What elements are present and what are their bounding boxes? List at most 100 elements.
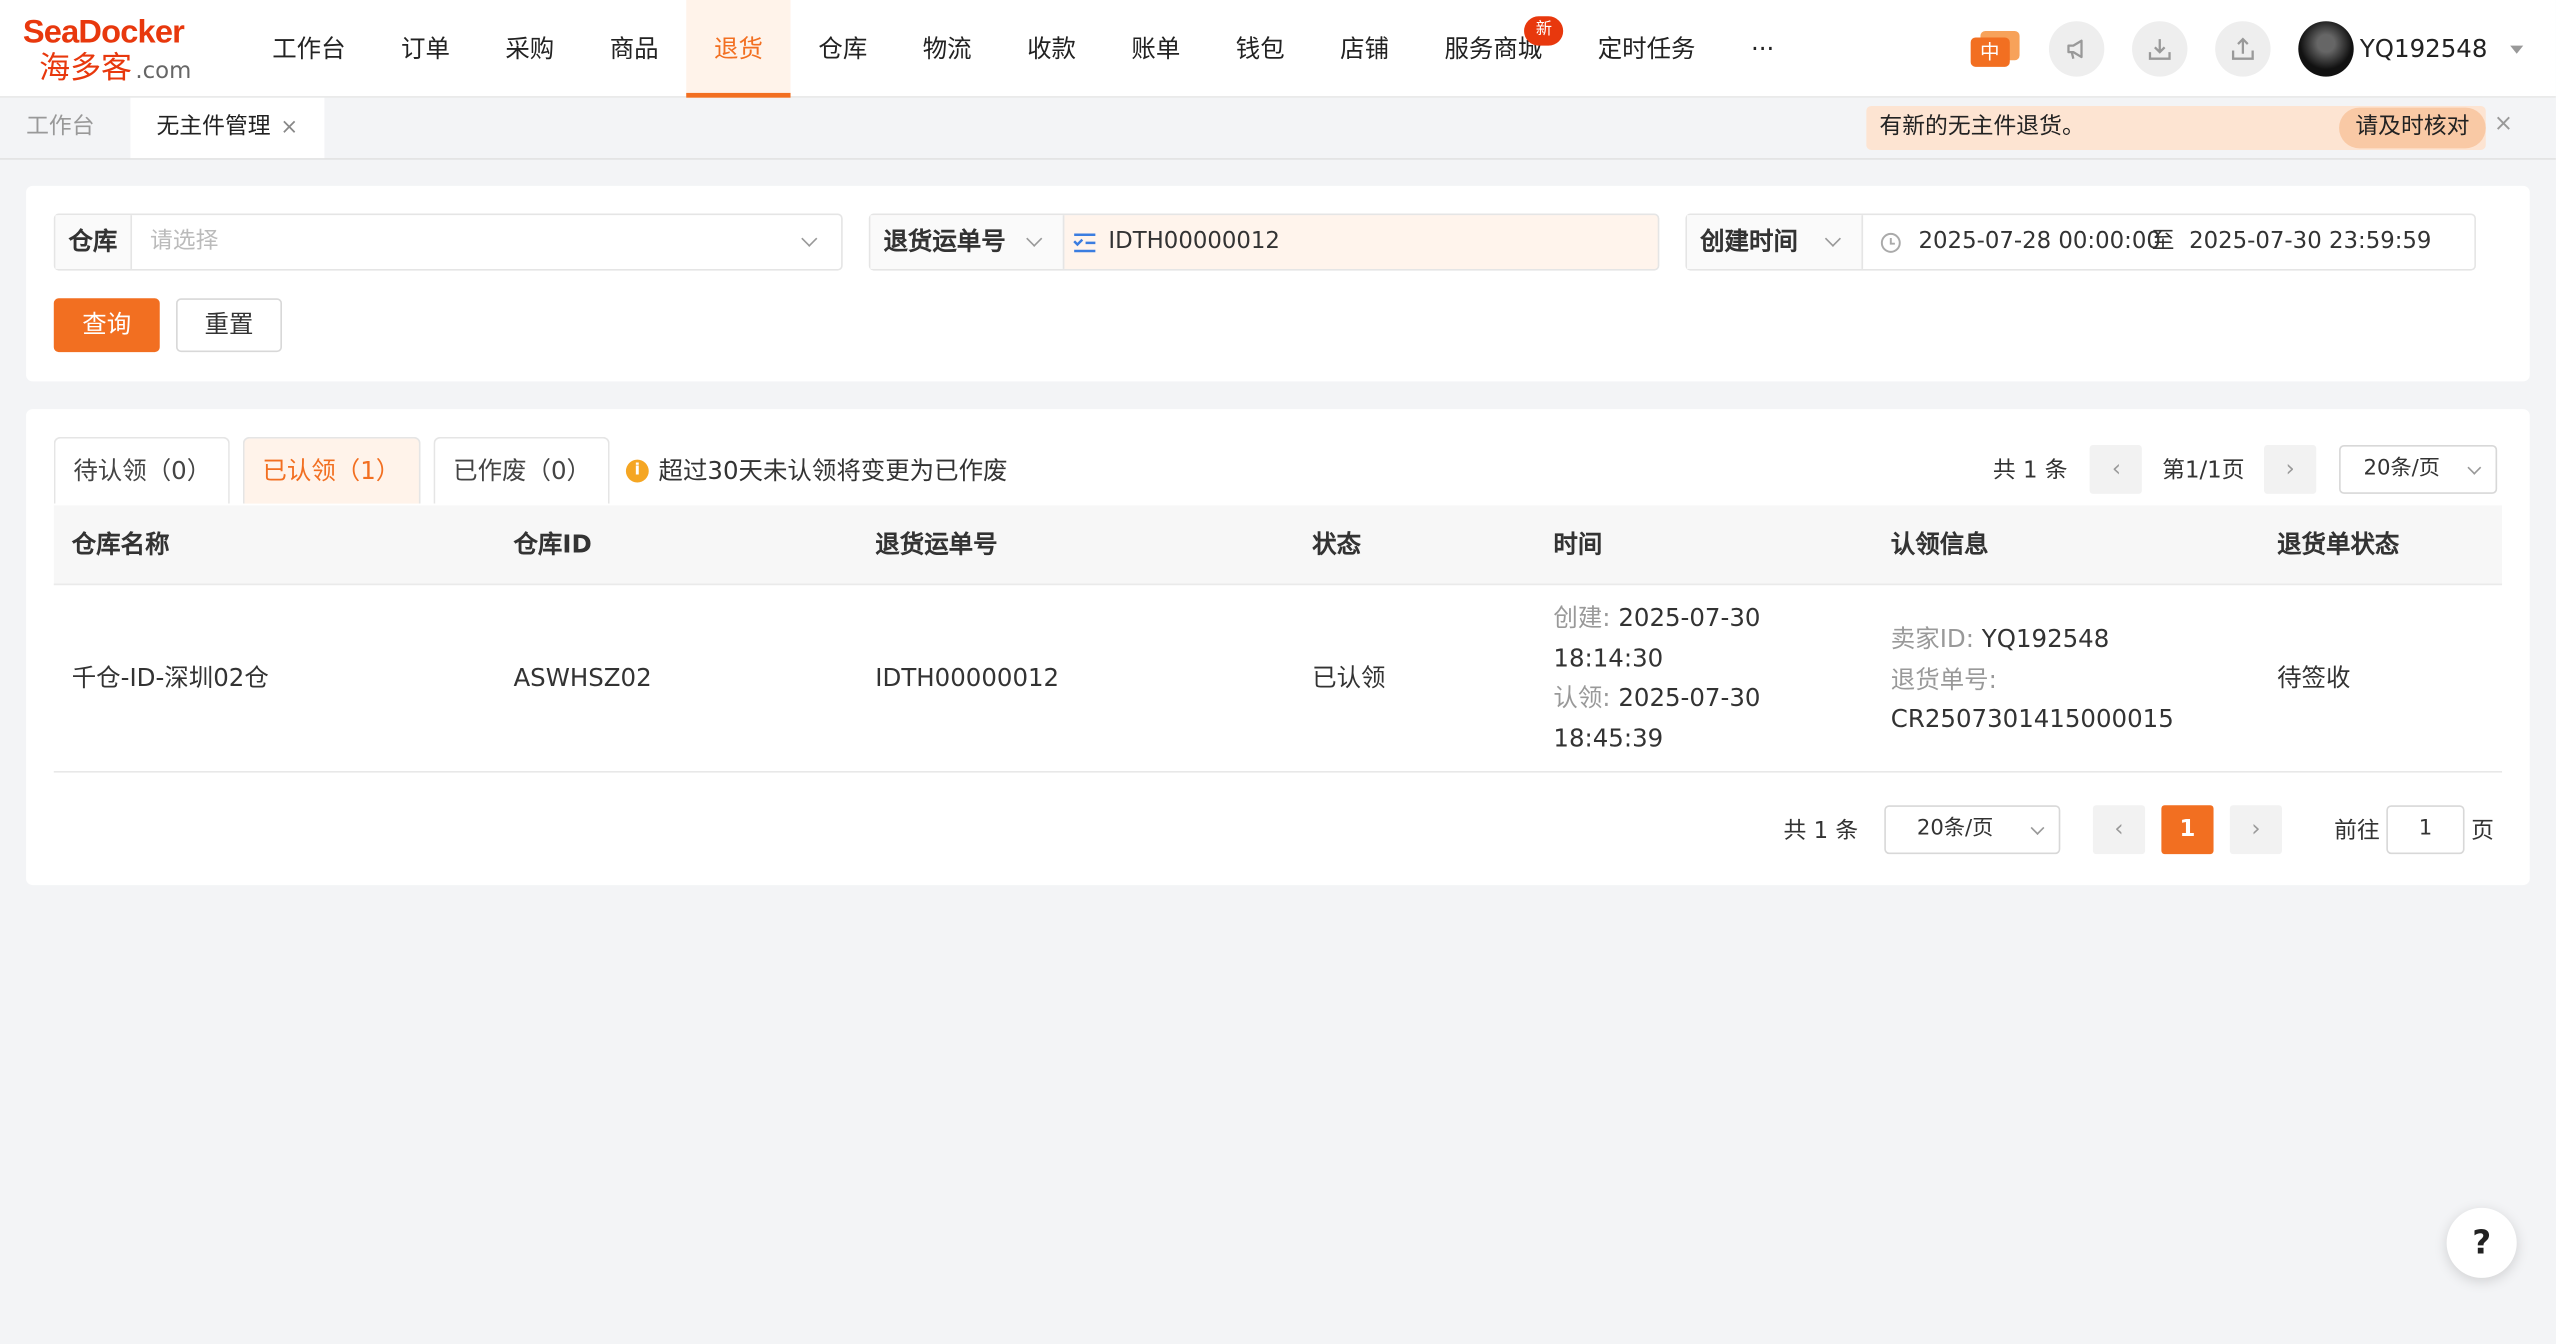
expiry-tip: i 超过30天未认领将变更为已作废 <box>625 453 1008 487</box>
return-no-type-select[interactable]: 退货运单号 <box>870 215 1065 269</box>
time-end-input[interactable]: 2025-07-30 23:59:59 <box>2189 215 2431 269</box>
avatar[interactable] <box>2297 21 2354 77</box>
nav-more-button[interactable]: ··· <box>1723 0 1802 98</box>
order-no-label: 退货单号: <box>1890 664 1997 694</box>
notice-close-icon[interactable]: × <box>2494 111 2513 137</box>
cell-status: 已认领 <box>1312 663 1386 693</box>
language-switch[interactable]: 中 <box>1970 30 2020 67</box>
tab-claimed[interactable]: 已认领（1） <box>242 436 421 504</box>
seller-id: YQ192548 <box>1981 624 2110 654</box>
time-range-separator: 至 <box>2151 228 2175 255</box>
nav-item-bills[interactable]: 账单 <box>1104 0 1208 98</box>
next-page-button-bottom[interactable]: › <box>2229 805 2282 855</box>
brand-cn-name: 海多客 <box>39 50 133 87</box>
header-actions: 中 YQ192548 <box>1970 20 2524 79</box>
nav-item-warehouse[interactable]: 仓库 <box>791 0 895 98</box>
notice-text: 有新的无主件退货。 <box>1879 114 2085 141</box>
warehouse-select[interactable]: 仓库 请选择 <box>53 213 843 271</box>
nav-item-workbench[interactable]: 工作台 <box>245 0 374 98</box>
nav-item-purchase[interactable]: 采购 <box>478 0 582 98</box>
return-no-field[interactable]: 退货运单号 IDTH00000012 <box>868 213 1660 271</box>
tab-voided[interactable]: 已作废（0） <box>433 436 610 504</box>
brand-suffix: .com <box>135 58 192 85</box>
created-time: 18:14:30 <box>1553 643 1664 673</box>
table-header: 仓库名称 仓库ID 退货运单号 状态 时间 认领信息 退货单状态 <box>53 505 2503 586</box>
nav-item-logistics[interactable]: 物流 <box>895 0 999 98</box>
page-tab-home[interactable]: 工作台 <box>0 98 121 158</box>
goto-label: 前往 <box>2334 818 2380 845</box>
return-no-input[interactable]: IDTH00000012 <box>1108 215 1280 269</box>
notice-bar: 有新的无主件退货。 请及时核对 <box>1866 105 2486 150</box>
nav-item-service-mall[interactable]: 服务商城 新 <box>1417 0 1570 98</box>
chevron-down-icon[interactable] <box>2510 44 2524 53</box>
prev-page-button[interactable]: ‹ <box>2090 444 2143 494</box>
next-page-button[interactable]: › <box>2264 444 2317 494</box>
notice-action[interactable]: 请及时核对 <box>2339 107 2486 149</box>
created-label: 创建: <box>1553 603 1611 633</box>
chevron-left-icon: ‹ <box>2114 816 2124 843</box>
col-time: 时间 <box>1553 529 1603 560</box>
cell-warehouse-id: ASWHSZ02 <box>513 663 652 693</box>
seller-label: 卖家ID: <box>1890 624 1974 654</box>
cell-return-no: IDTH00000012 <box>875 663 1060 693</box>
cell-claim-info: 卖家ID: YQ192548 退货单号: CR2507301415000015 <box>1891 619 2250 739</box>
chevron-right-icon: › <box>2285 456 2295 483</box>
cell-warehouse-name: 千仓-ID-深圳02仓 <box>71 663 269 693</box>
time-range-field[interactable]: 创建时间 2025-07-28 00:00:00 至 2025-07-30 23… <box>1685 213 2476 271</box>
nav-item-payments[interactable]: 收款 <box>999 0 1103 98</box>
claimed-date: 2025-07-30 <box>1618 682 1761 713</box>
pager-top: 共 1 条 ‹ 第1/1页 › 20条/页 <box>1992 444 2498 494</box>
col-claim-info: 认领信息 <box>1890 529 1989 560</box>
nav-item-returns[interactable]: 退货 <box>686 0 791 98</box>
chevron-down-icon <box>1026 230 1043 247</box>
nav-item-orders[interactable]: 订单 <box>373 0 477 98</box>
page-size-value: 20条/页 <box>2363 456 2441 481</box>
time-label: 创建时间 <box>1700 226 1798 256</box>
total-count-bottom: 共 1 条 <box>1783 818 1859 845</box>
language-label: 中 <box>1970 37 2010 67</box>
time-type-select[interactable]: 创建时间 <box>1687 215 1864 269</box>
tab-pending[interactable]: 待认领（0） <box>53 436 230 504</box>
download-button[interactable] <box>2131 21 2188 77</box>
page-indicator: 第1/1页 <box>2162 458 2245 485</box>
chevron-down-icon <box>2030 821 2045 835</box>
result-panel: 待认领（0） 已认领（1） 已作废（0） i 超过30天未认领将变更为已作废 共… <box>26 409 2530 886</box>
download-icon <box>2148 39 2171 60</box>
page-size-select-bottom[interactable]: 20条/页 <box>1884 805 2061 855</box>
search-button[interactable]: 查询 <box>53 298 160 353</box>
col-status: 状态 <box>1312 529 1362 560</box>
warehouse-placeholder: 请选择 <box>149 228 219 255</box>
time-start-input[interactable]: 2025-07-28 00:00:00 <box>1919 215 2161 269</box>
created-date: 2025-07-30 <box>1618 603 1761 633</box>
nav-item-wallet[interactable]: 钱包 <box>1208 0 1312 98</box>
filter-panel: 仓库 请选择 退货运单号 IDTH00000012 创建时间 2025-07-2… <box>26 185 2530 382</box>
chevron-right-icon: › <box>2251 816 2261 843</box>
goto-page-input[interactable]: 1 <box>2386 805 2465 855</box>
help-button[interactable]: ? <box>2446 1207 2517 1278</box>
info-icon: i <box>625 458 649 482</box>
col-order-status: 退货单状态 <box>2277 529 2400 560</box>
brand-logo[interactable]: SeaDocker 海多客 .com <box>23 13 219 88</box>
nav-item-scheduled-tasks[interactable]: 定时任务 <box>1570 0 1723 98</box>
col-warehouse-id: 仓库ID <box>513 529 592 560</box>
order-no[interactable]: CR2507301415000015 <box>1891 699 2250 739</box>
chevron-left-icon: ‹ <box>2111 456 2122 483</box>
close-icon[interactable]: × <box>280 116 298 140</box>
announcement-button[interactable] <box>2048 21 2104 77</box>
megaphone-icon <box>2066 39 2083 59</box>
username[interactable]: YQ192548 <box>2360 34 2488 63</box>
col-warehouse-name: 仓库名称 <box>71 529 170 560</box>
total-count: 共 1 条 <box>1992 458 2068 485</box>
nav-item-stores[interactable]: 店铺 <box>1312 0 1416 98</box>
page-tab-current[interactable]: 无主件管理 × <box>130 97 325 159</box>
expiry-tip-text: 超过30天未认领将变更为已作废 <box>658 456 1008 486</box>
prev-page-button-bottom[interactable]: ‹ <box>2092 805 2146 855</box>
nav-item-products[interactable]: 商品 <box>582 0 686 98</box>
reset-button[interactable]: 重置 <box>176 298 282 353</box>
table-row: 千仓-ID-深圳02仓 ASWHSZ02 IDTH00000012 已认领 创建… <box>53 585 2503 773</box>
page-number-current[interactable]: 1 <box>2161 805 2214 855</box>
upload-button[interactable] <box>2214 21 2271 77</box>
list-edit-icon[interactable] <box>1073 231 1097 254</box>
warehouse-label: 仓库 <box>55 215 133 269</box>
page-size-select[interactable]: 20条/页 <box>2339 444 2498 494</box>
